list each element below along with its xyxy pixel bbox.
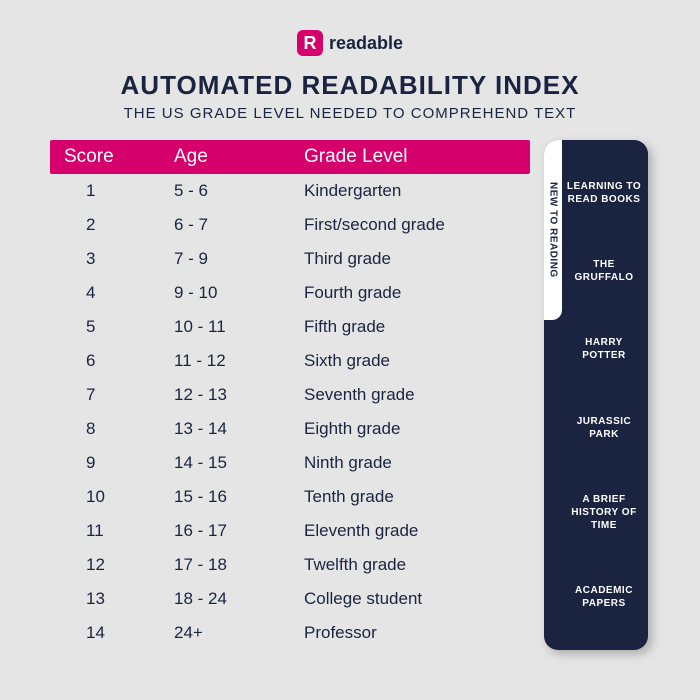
cell-grade: Fourth grade <box>304 283 516 303</box>
infographic-card: R readable AUTOMATED READABILITY INDEX T… <box>10 10 690 690</box>
cell-grade: Eleventh grade <box>304 521 516 541</box>
examples-sidebar: NEW TO READING LEARNING TO READ BOOKS THE… <box>544 140 648 650</box>
table-row: 1424+Professor <box>50 616 530 650</box>
sidebar-item: A BRIEF HISTORY OF TIME <box>566 493 642 532</box>
table-row: 49 - 10Fourth grade <box>50 276 530 310</box>
cell-age: 7 - 9 <box>174 249 304 269</box>
table-row: 611 - 12Sixth grade <box>50 344 530 378</box>
sidebar-strip-label: NEW TO READING <box>548 182 559 278</box>
page-title: AUTOMATED READABILITY INDEX <box>50 70 650 101</box>
content-row: Score Age Grade Level 15 - 6Kindergarten… <box>50 140 650 650</box>
sidebar-item: JURASSIC PARK <box>566 415 642 441</box>
cell-age: 5 - 6 <box>174 181 304 201</box>
cell-grade: College student <box>304 589 516 609</box>
cell-age: 16 - 17 <box>174 521 304 541</box>
table-row: 1217 - 18Twelfth grade <box>50 548 530 582</box>
cell-age: 6 - 7 <box>174 215 304 235</box>
sidebar-strip: NEW TO READING <box>544 140 562 320</box>
cell-age: 9 - 10 <box>174 283 304 303</box>
cell-score: 1 <box>64 181 174 201</box>
cell-score: 11 <box>64 521 174 541</box>
page-subtitle: THE US GRADE LEVEL NEEDED TO COMPREHEND … <box>50 105 650 122</box>
cell-age: 17 - 18 <box>174 555 304 575</box>
cell-score: 7 <box>64 385 174 405</box>
brand-row: R readable <box>50 30 650 56</box>
table-row: 26 - 7First/second grade <box>50 208 530 242</box>
cell-grade: Eighth grade <box>304 419 516 439</box>
cell-score: 12 <box>64 555 174 575</box>
cell-grade: Ninth grade <box>304 453 516 473</box>
cell-age: 15 - 16 <box>174 487 304 507</box>
cell-score: 4 <box>64 283 174 303</box>
sidebar-items: LEARNING TO READ BOOKS THE GRUFFALO HARRY … <box>562 140 648 650</box>
brand-name: readable <box>329 33 403 54</box>
table-row: 15 - 6Kindergarten <box>50 174 530 208</box>
cell-score: 5 <box>64 317 174 337</box>
table-row: 1116 - 17Eleventh grade <box>50 514 530 548</box>
cell-score: 10 <box>64 487 174 507</box>
table-body: 15 - 6Kindergarten26 - 7First/second gra… <box>50 174 530 650</box>
cell-grade: Kindergarten <box>304 181 516 201</box>
cell-grade: Twelfth grade <box>304 555 516 575</box>
col-header-age: Age <box>174 146 304 168</box>
cell-grade: First/second grade <box>304 215 516 235</box>
table-row: 712 - 13Seventh grade <box>50 378 530 412</box>
table-row: 1318 - 24College student <box>50 582 530 616</box>
sidebar-item: ACADEMIC PAPERS <box>566 584 642 610</box>
cell-age: 10 - 11 <box>174 317 304 337</box>
table-row: 510 - 11Fifth grade <box>50 310 530 344</box>
table-header: Score Age Grade Level <box>50 140 530 174</box>
cell-age: 24+ <box>174 623 304 643</box>
cell-score: 8 <box>64 419 174 439</box>
cell-grade: Fifth grade <box>304 317 516 337</box>
cell-grade: Third grade <box>304 249 516 269</box>
cell-age: 12 - 13 <box>174 385 304 405</box>
table-row: 1015 - 16Tenth grade <box>50 480 530 514</box>
cell-age: 11 - 12 <box>174 351 304 371</box>
sidebar-item: HARRY POTTER <box>566 336 642 362</box>
cell-age: 14 - 15 <box>174 453 304 473</box>
table-row: 37 - 9Third grade <box>50 242 530 276</box>
cell-age: 13 - 14 <box>174 419 304 439</box>
cell-age: 18 - 24 <box>174 589 304 609</box>
cell-score: 14 <box>64 623 174 643</box>
col-header-score: Score <box>64 146 174 168</box>
sidebar-item: THE GRUFFALO <box>566 258 642 284</box>
table-row: 914 - 15Ninth grade <box>50 446 530 480</box>
readability-table: Score Age Grade Level 15 - 6Kindergarten… <box>50 140 530 650</box>
brand-mark: R <box>297 30 323 56</box>
cell-score: 9 <box>64 453 174 473</box>
cell-grade: Seventh grade <box>304 385 516 405</box>
cell-grade: Sixth grade <box>304 351 516 371</box>
cell-grade: Professor <box>304 623 516 643</box>
cell-score: 3 <box>64 249 174 269</box>
cell-score: 2 <box>64 215 174 235</box>
table-row: 813 - 14Eighth grade <box>50 412 530 446</box>
cell-score: 6 <box>64 351 174 371</box>
cell-score: 13 <box>64 589 174 609</box>
col-header-grade: Grade Level <box>304 146 516 168</box>
cell-grade: Tenth grade <box>304 487 516 507</box>
sidebar-item: LEARNING TO READ BOOKS <box>566 180 642 206</box>
